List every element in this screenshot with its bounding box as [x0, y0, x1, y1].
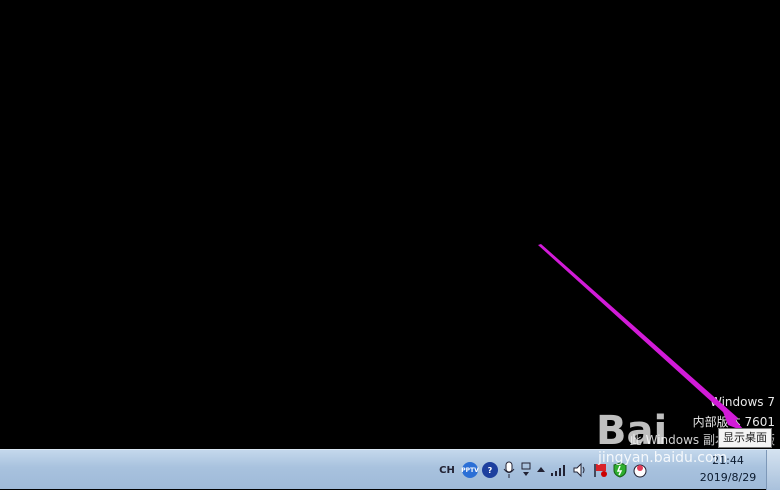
notification-area: CH PPTV ?	[436, 450, 652, 490]
app-tray-icon[interactable]	[632, 458, 648, 482]
network-signal-icon[interactable]	[550, 458, 568, 482]
pptv-icon: PPTV	[461, 462, 479, 478]
window-switch-icon[interactable]	[520, 458, 532, 482]
desktop	[0, 0, 780, 449]
show-hidden-icons-chevron-icon[interactable]	[536, 458, 546, 482]
volume-icon[interactable]	[572, 458, 588, 482]
language-indicator[interactable]: CH	[436, 458, 458, 482]
help-icon: ?	[482, 462, 498, 478]
action-center-flag-icon[interactable]	[592, 458, 608, 482]
security-shield-icon[interactable]	[612, 458, 628, 482]
pptv-tray-icon[interactable]: PPTV	[461, 458, 479, 482]
help-tray-icon[interactable]: ?	[482, 458, 498, 482]
clock-date: 2019/8/29	[699, 471, 757, 484]
microphone-icon[interactable]	[502, 458, 516, 482]
show-desktop-tooltip: 显示桌面	[718, 428, 772, 448]
system-clock[interactable]: 21:44 2019/8/29	[696, 452, 760, 486]
show-desktop-button[interactable]	[766, 450, 780, 490]
clock-time: 21:44	[712, 454, 744, 467]
taskbar: CH PPTV ? 21:44 2019/8/29	[0, 449, 780, 490]
windows-version-text: Windows 7	[709, 395, 775, 409]
